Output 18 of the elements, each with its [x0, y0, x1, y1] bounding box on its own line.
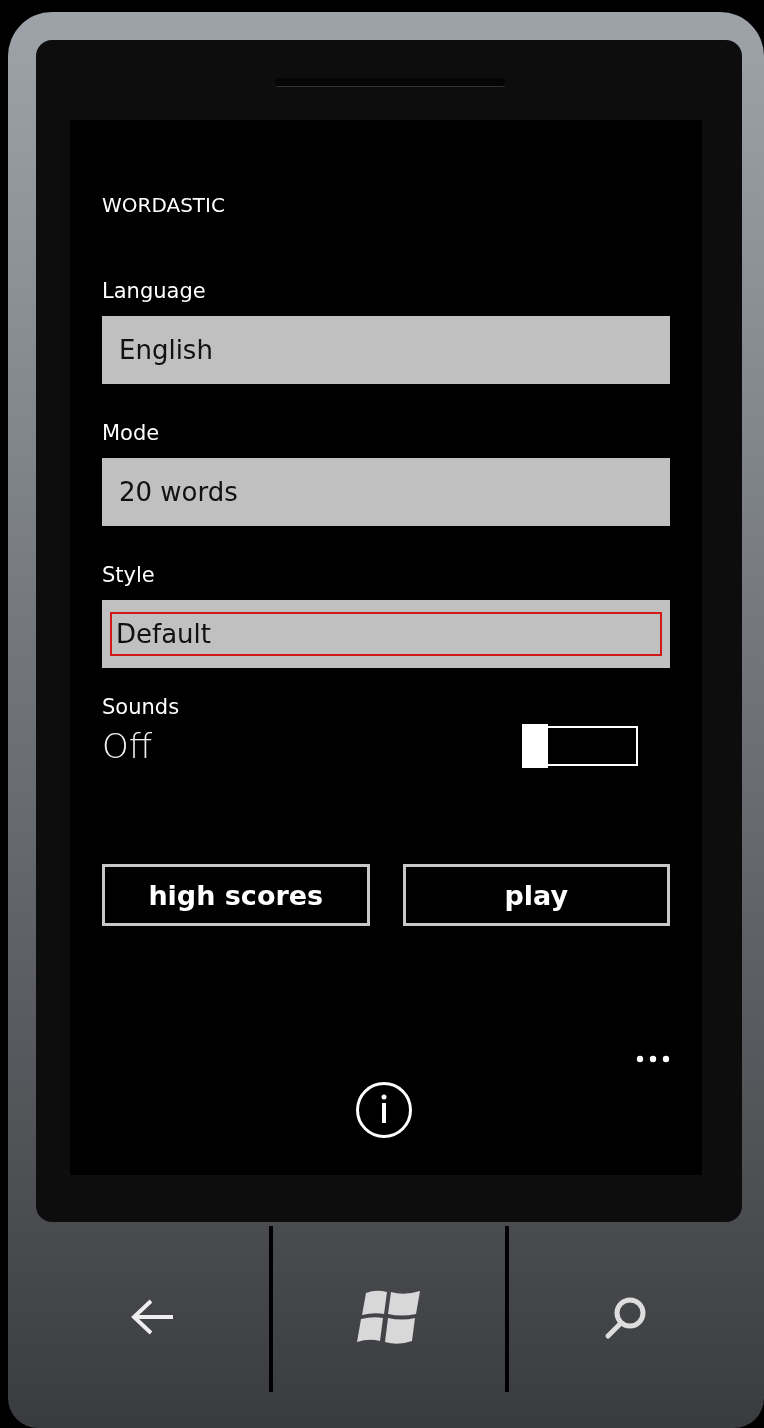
more-icon[interactable] — [636, 1055, 670, 1063]
setting-label: Mode — [102, 420, 161, 446]
app-title: WORDASTIC — [102, 192, 226, 218]
setting-label: Sounds — [102, 694, 180, 720]
action-button[interactable]: high scores — [102, 864, 370, 926]
list-picker[interactable]: English — [102, 316, 670, 384]
back-arrow-icon[interactable] — [129, 1297, 176, 1337]
info-icon[interactable] — [355, 1081, 413, 1139]
toggle-state: Off — [102, 726, 154, 766]
list-picker[interactable]: Default — [102, 600, 670, 668]
picker-value: Default — [110, 612, 662, 656]
setting-label: Language — [102, 278, 207, 304]
list-picker[interactable]: 20 words — [102, 458, 670, 526]
toggle-switch[interactable] — [522, 724, 638, 768]
setting-label: Style — [102, 562, 156, 588]
action-button[interactable]: play — [402, 864, 670, 926]
picker-value: English — [118, 334, 214, 367]
picker-value: 20 words — [118, 476, 239, 509]
